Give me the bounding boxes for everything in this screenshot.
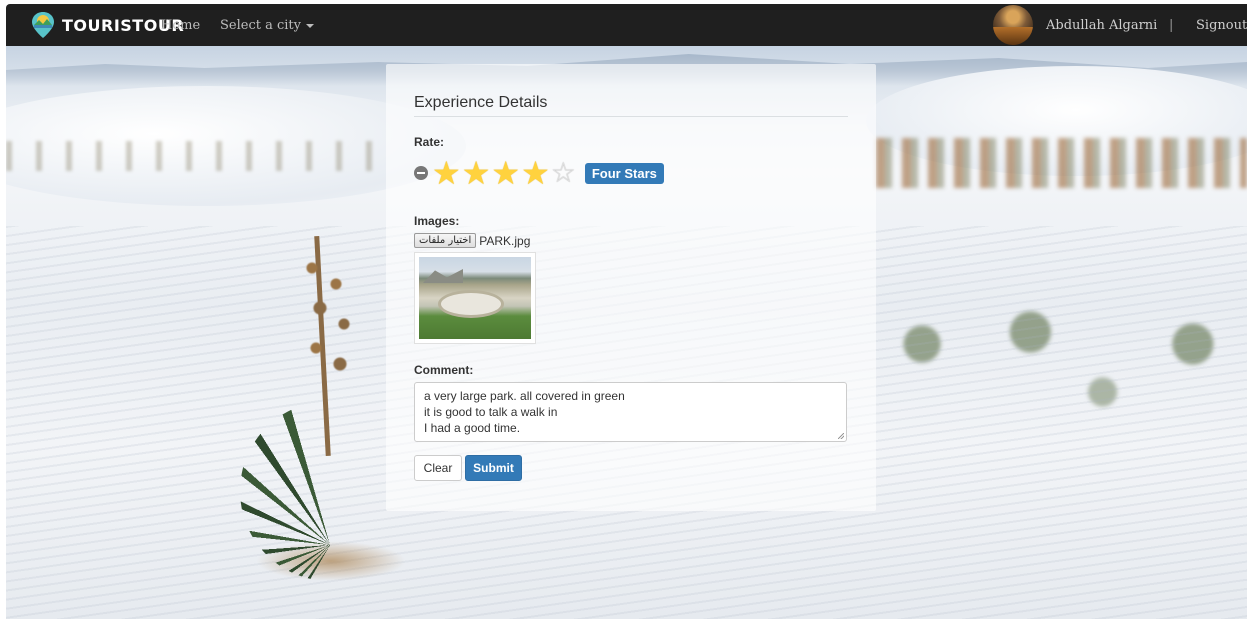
map-pin-logo-icon [28,10,58,40]
avatar[interactable] [993,5,1033,45]
comment-label: Comment: [414,363,474,377]
page-title: Experience Details [414,94,548,111]
resize-grip-icon[interactable] [838,433,844,439]
signout-link[interactable]: Signout [1196,18,1247,33]
star-icon-1[interactable]: ★ [432,157,461,189]
star-icon-2[interactable]: ★ [462,157,491,189]
user-name-link[interactable]: Abdullah Algarni [1046,18,1157,33]
background-shrubs-left [6,141,386,171]
star-rating-widget: ★ ★ ★ ★ ☆ Four Stars [414,157,664,189]
background-shrubs-right [876,138,1247,188]
comment-line-3: I had a good time. [424,421,521,435]
submit-button[interactable]: Submit [465,455,522,481]
rating-caption-badge: Four Stars [584,162,664,184]
image-thumbnail[interactable] [414,252,536,344]
title-divider [414,116,848,117]
clear-button[interactable]: Clear [414,455,462,481]
comment-line-2: it is good to talk a walk in [424,405,558,419]
star-icon-5[interactable]: ☆ [551,159,576,187]
select-city-dropdown[interactable]: Select a city [220,18,314,33]
top-navbar: TOURISTOUR Home Select a city Abdullah A… [6,4,1247,46]
nav-home-link[interactable]: Home [161,18,200,33]
park-photo-thumbnail [419,257,531,339]
caret-down-icon [305,23,314,28]
comment-line-1: a very large park. all covered in green [424,389,625,403]
minus-circle-icon[interactable] [414,166,428,180]
rate-label: Rate: [414,135,445,149]
images-label: Images: [414,214,460,228]
choose-files-button[interactable]: اختيار ملفات [414,233,477,248]
select-city-label: Select a city [220,18,301,33]
experience-form-panel: Experience Details Rate: ★ ★ ★ ★ ☆ Four … [386,64,876,511]
comment-textarea[interactable]: a very large park. all covered in green … [414,382,847,442]
star-icon-3[interactable]: ★ [491,157,520,189]
file-name: PARK.jpg [479,233,531,248]
nav-separator: | [1169,18,1174,33]
file-input: اختيار ملفات PARK.jpg [414,233,530,248]
star-icon-4[interactable]: ★ [521,157,550,189]
background-yucca-flowers [288,236,368,396]
